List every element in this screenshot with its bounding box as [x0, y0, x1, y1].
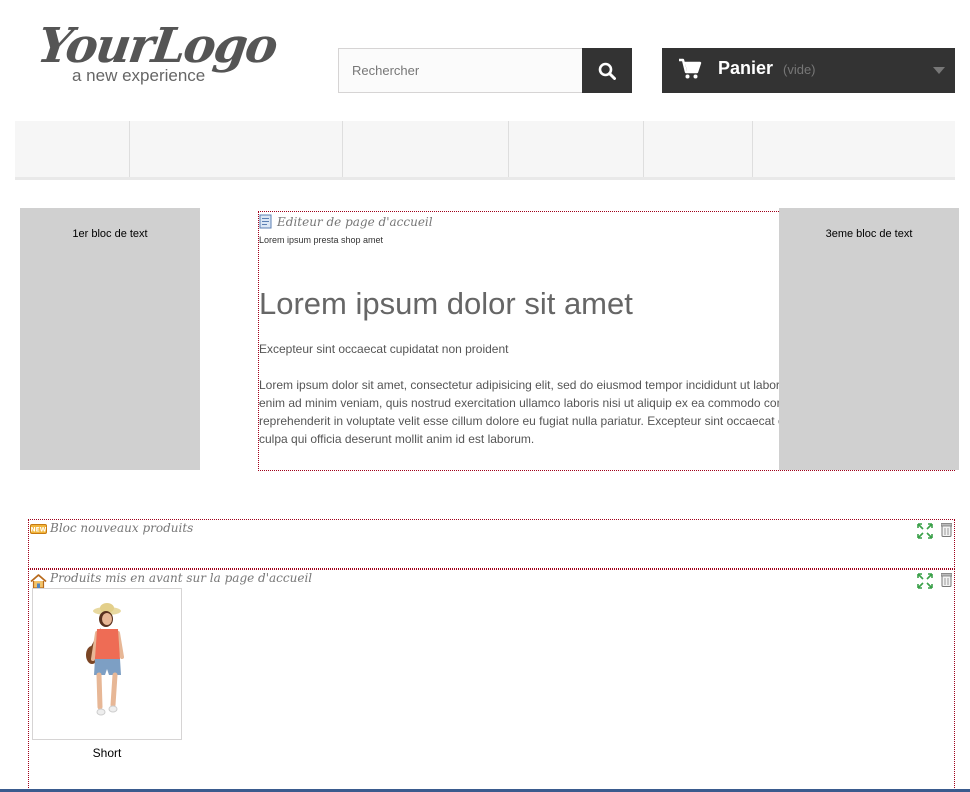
expand-icon[interactable] — [916, 523, 933, 544]
expand-icon[interactable] — [916, 573, 933, 594]
chevron-down-icon — [933, 67, 945, 74]
featured-products-title: Produits mis en avant sur la page d'accu… — [50, 571, 313, 585]
cart-label: Panier — [718, 58, 774, 78]
cart-status: (vide) — [783, 62, 816, 77]
search-input[interactable] — [338, 48, 582, 93]
cart-button[interactable]: Panier (vide) — [662, 48, 955, 93]
module-tools — [913, 573, 953, 594]
new-products-module[interactable]: NEW Bloc nouveaux produits — [28, 519, 955, 569]
new-badge-icon: NEW — [30, 524, 47, 534]
left-block-label: 1er bloc de text — [72, 228, 148, 240]
search-icon — [598, 62, 616, 80]
delete-icon[interactable] — [940, 573, 953, 592]
shop-logo[interactable]: YourLogo a new experience — [34, 18, 280, 92]
editor-module-title: Editeur de page d'accueil — [259, 214, 433, 229]
delete-icon[interactable] — [940, 523, 953, 542]
product-card[interactable] — [32, 588, 182, 740]
menu-tab[interactable] — [130, 121, 343, 177]
editor-subtitle: Lorem ipsum presta shop amet — [259, 235, 384, 245]
featured-products-module[interactable]: Produits mis en avant sur la page d'accu… — [28, 569, 955, 792]
shopping-cart-icon — [679, 58, 702, 79]
menu-tab[interactable] — [644, 121, 753, 177]
search-button[interactable] — [582, 48, 632, 93]
new-products-title: Bloc nouveaux produits — [50, 521, 194, 535]
editor-lead: Excepteur sint occaecat cupidatat non pr… — [259, 342, 509, 356]
top-menu — [15, 121, 955, 180]
document-edit-icon — [259, 214, 272, 229]
product-name[interactable]: Short — [32, 746, 182, 760]
product-image — [86, 603, 124, 716]
home-icon — [30, 574, 47, 589]
logo-tagline: a new experience — [72, 66, 206, 85]
menu-tab[interactable] — [15, 121, 130, 177]
svg-text:NEW: NEW — [31, 527, 47, 534]
module-tools — [913, 523, 953, 544]
editor-headline: Lorem ipsum dolor sit amet — [259, 286, 633, 321]
right-block-label: 3eme bloc de text — [825, 228, 913, 240]
right-text-block: 3eme bloc de text — [779, 208, 959, 470]
editor-module-title-text: Editeur de page d'accueil — [277, 215, 433, 229]
menu-tab[interactable] — [343, 121, 509, 177]
left-text-block: 1er bloc de text — [20, 208, 200, 470]
menu-tab[interactable] — [509, 121, 644, 177]
